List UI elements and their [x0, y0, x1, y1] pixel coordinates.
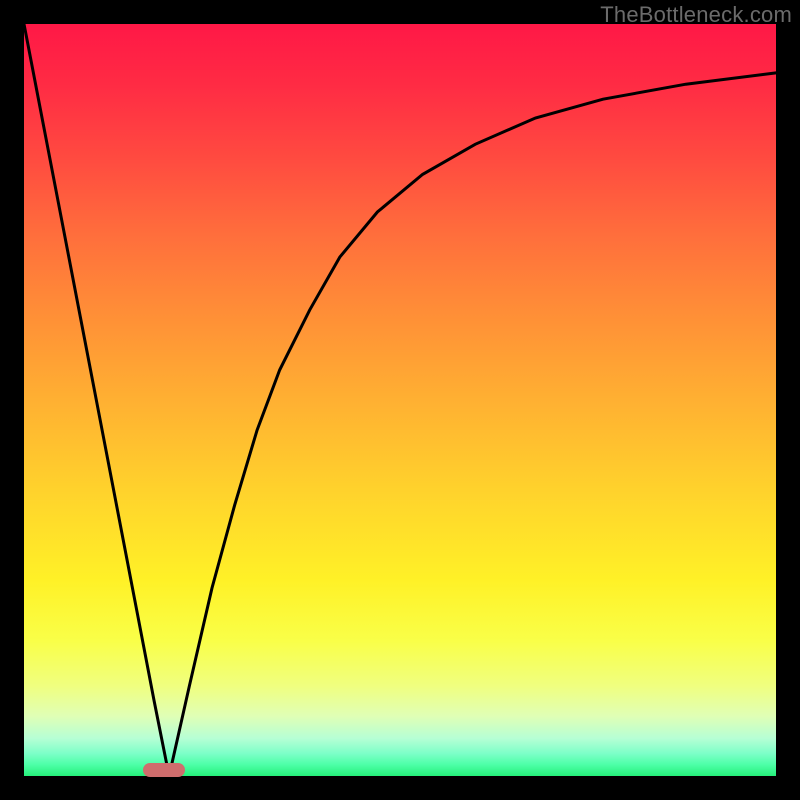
- watermark-text: TheBottleneck.com: [600, 2, 792, 28]
- optimum-marker: [143, 763, 185, 777]
- chart-frame: [24, 24, 776, 776]
- bottleneck-curve: [24, 24, 776, 776]
